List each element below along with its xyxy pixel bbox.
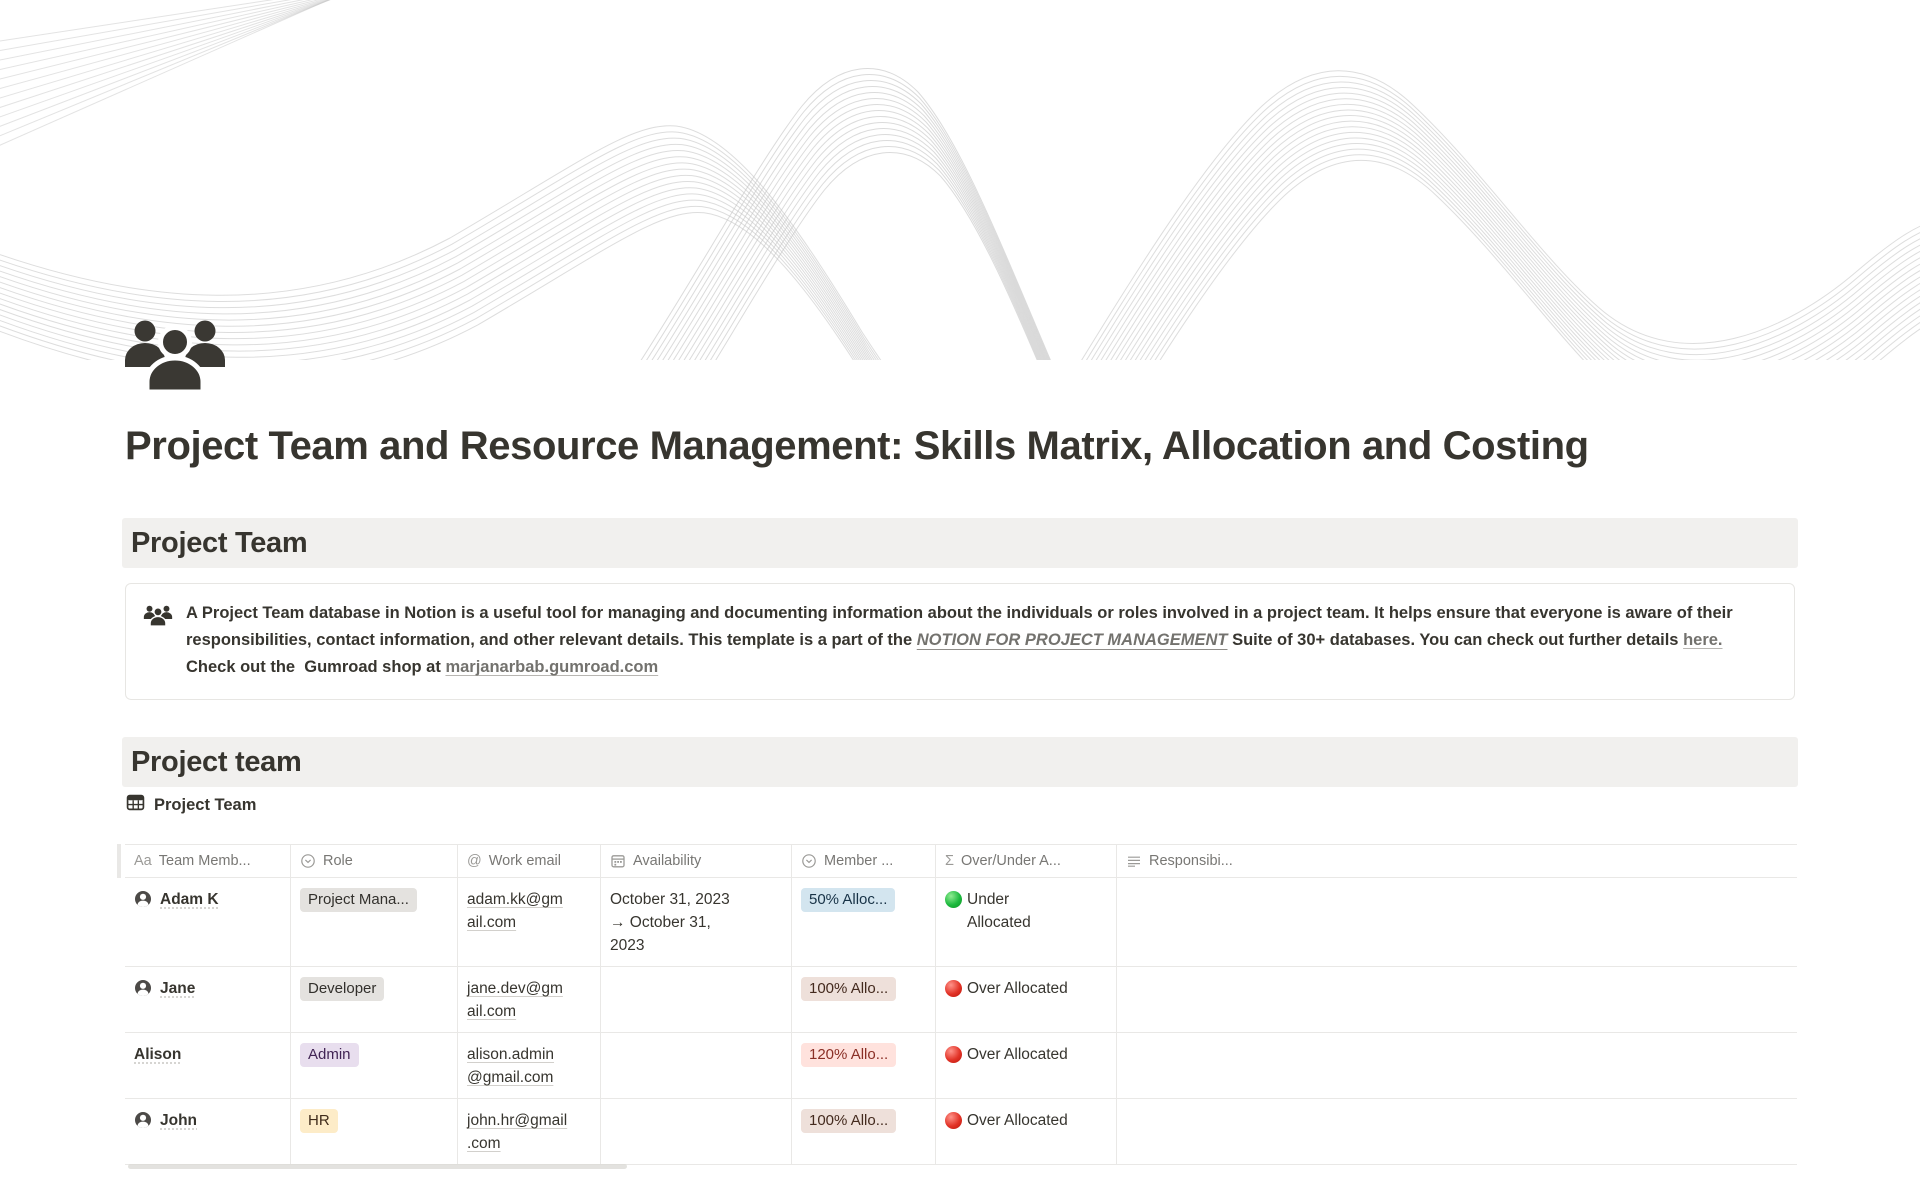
cell-team-member[interactable]: John [125,1099,291,1164]
database-title-text: Project Team [154,796,256,815]
status-dot-green [945,891,962,908]
column-header-label: Availability [633,853,701,869]
status-dot-red [945,1046,962,1063]
team-member-name: Alison [134,1043,181,1066]
section-heading-text: Project Team [131,527,307,560]
callout-link-notion-for-project-management[interactable]: NOTION FOR PROJECT MANAGEMENT [917,631,1228,649]
cell-over-under-allocation[interactable]: Over Allocated [936,967,1117,1032]
table-row-alison: Alison Admin alison.admin @gmail.com 120% A… [125,1033,1797,1099]
allocation-status-text: Over Allocated [967,1043,1068,1066]
work-email-text: alison.admin @gmail.com [467,1046,554,1086]
cell-over-under-allocation[interactable]: Over Allocated [936,1033,1117,1098]
column-header-label: Work email [489,853,561,869]
people-group-icon [143,604,173,631]
work-email-text: jane.dev@gm ail.com [467,980,563,1020]
member-allocation-tag: 120% Allo... [801,1043,896,1067]
cover-image [0,0,1920,360]
allocation-status-text: Under Allocated [967,888,1031,934]
column-header-team-memb[interactable]: AaTeam Memb... [125,845,291,877]
table-row-john: John HR john.hr@gmail .com 100% Allo... Over… [125,1099,1797,1165]
table-header-row: AaTeam Memb... Role @Work email Availabilit… [125,844,1797,878]
column-header-availability[interactable]: Availability [601,845,792,877]
cell-member-allocation[interactable]: 120% Allo... [792,1033,936,1098]
section-heading-project-team: Project Team [122,518,1798,568]
table-row-jane: Jane Developer jane.dev@gm ail.com 100% All… [125,967,1797,1033]
table-body: Adam K Project Mana... adam.kk@gm ail.com O… [125,878,1797,1165]
callout-text-segment: Suite of 30+ databases. You can check ou… [1228,631,1684,649]
cell-role[interactable]: Admin [291,1033,458,1098]
cell-responsibilities[interactable] [1117,1099,1797,1164]
member-allocation-tag: 100% Allo... [801,977,896,1001]
team-member-name: Adam K [160,888,219,911]
availability-dates: October 31, 2023 → October 31, 2023 [610,891,730,954]
cell-over-under-allocation[interactable]: Under Allocated [936,878,1117,966]
member-allocation-tag: 50% Alloc... [801,888,895,912]
cell-availability[interactable] [601,967,792,1032]
cell-work-email[interactable]: john.hr@gmail .com [458,1099,601,1164]
column-header-label: Member ... [824,853,893,869]
callout-text: A Project Team database in Notion is a u… [186,600,1774,681]
column-header-label: Over/Under A... [961,853,1061,869]
cell-responsibilities[interactable] [1117,1033,1797,1098]
column-header-member[interactable]: Member ... [792,845,936,877]
cell-availability[interactable] [601,1099,792,1164]
cell-over-under-allocation[interactable]: Over Allocated [936,1099,1117,1164]
cell-availability[interactable] [601,1033,792,1098]
table-horizontal-scrollbar[interactable] [128,1164,627,1169]
allocation-status-text: Over Allocated [967,977,1068,1000]
wave-lines-art [0,0,1920,360]
cell-work-email[interactable]: jane.dev@gm ail.com [458,967,601,1032]
section-heading-project-team-lower: Project team [122,737,1798,787]
person-icon [134,1111,152,1136]
callout-link[interactable]: here. [1683,631,1722,649]
role-tag: Project Mana... [300,888,417,912]
table-grid-icon [126,793,145,817]
cell-availability[interactable]: October 31, 2023 → October 31, 2023 [601,878,792,966]
cell-team-member[interactable]: Alison [125,1033,291,1098]
cell-team-member[interactable]: Jane [125,967,291,1032]
work-email-text: john.hr@gmail .com [467,1112,567,1152]
cell-responsibilities[interactable] [1117,878,1797,966]
member-allocation-tag: 100% Allo... [801,1109,896,1133]
role-tag: Admin [300,1043,359,1067]
database-title[interactable]: Project Team [126,793,256,817]
cell-role[interactable]: HR [291,1099,458,1164]
cell-work-email[interactable]: adam.kk@gm ail.com [458,878,601,966]
cell-role[interactable]: Project Mana... [291,878,458,966]
column-header-responsibi[interactable]: Responsibi... [1117,845,1797,877]
person-icon [134,979,152,1004]
page-title: Project Team and Resource Management: Sk… [125,424,1795,469]
table-row-adam-k: Adam K Project Mana... adam.kk@gm ail.com O… [125,878,1797,967]
cell-member-allocation[interactable]: 50% Alloc... [792,878,936,966]
status-dot-red [945,980,962,997]
allocation-status-text: Over Allocated [967,1109,1068,1132]
callout-block: A Project Team database in Notion is a u… [125,583,1795,700]
column-header-label: Role [323,853,353,869]
role-tag: HR [300,1109,338,1133]
team-member-name: Jane [160,977,195,1000]
column-header-label: Responsibi... [1149,853,1233,869]
column-header-work-email[interactable]: @Work email [458,845,601,877]
callout-link[interactable]: marjanarbab.gumroad.com [445,658,658,676]
cell-work-email[interactable]: alison.admin @gmail.com [458,1033,601,1098]
status-dot-red [945,1112,962,1129]
column-header-over-under-a[interactable]: ΣOver/Under A... [936,845,1117,877]
people-group-icon [122,316,228,390]
cell-role[interactable]: Developer [291,967,458,1032]
cell-responsibilities[interactable] [1117,967,1797,1032]
work-email-text: adam.kk@gm ail.com [467,891,563,931]
column-header-role[interactable]: Role [291,845,458,877]
cell-member-allocation[interactable]: 100% Allo... [792,967,936,1032]
project-team-table: AaTeam Memb... Role @Work email Availabilit… [125,844,1797,1165]
column-header-label: Team Memb... [159,853,251,869]
person-icon [134,890,152,915]
team-member-name: John [160,1109,197,1132]
section-heading-text: Project team [131,746,301,779]
cell-team-member[interactable]: Adam K [125,878,291,966]
page-icon-people-group[interactable] [122,316,228,390]
cell-member-allocation[interactable]: 100% Allo... [792,1099,936,1164]
role-tag: Developer [300,977,384,1001]
